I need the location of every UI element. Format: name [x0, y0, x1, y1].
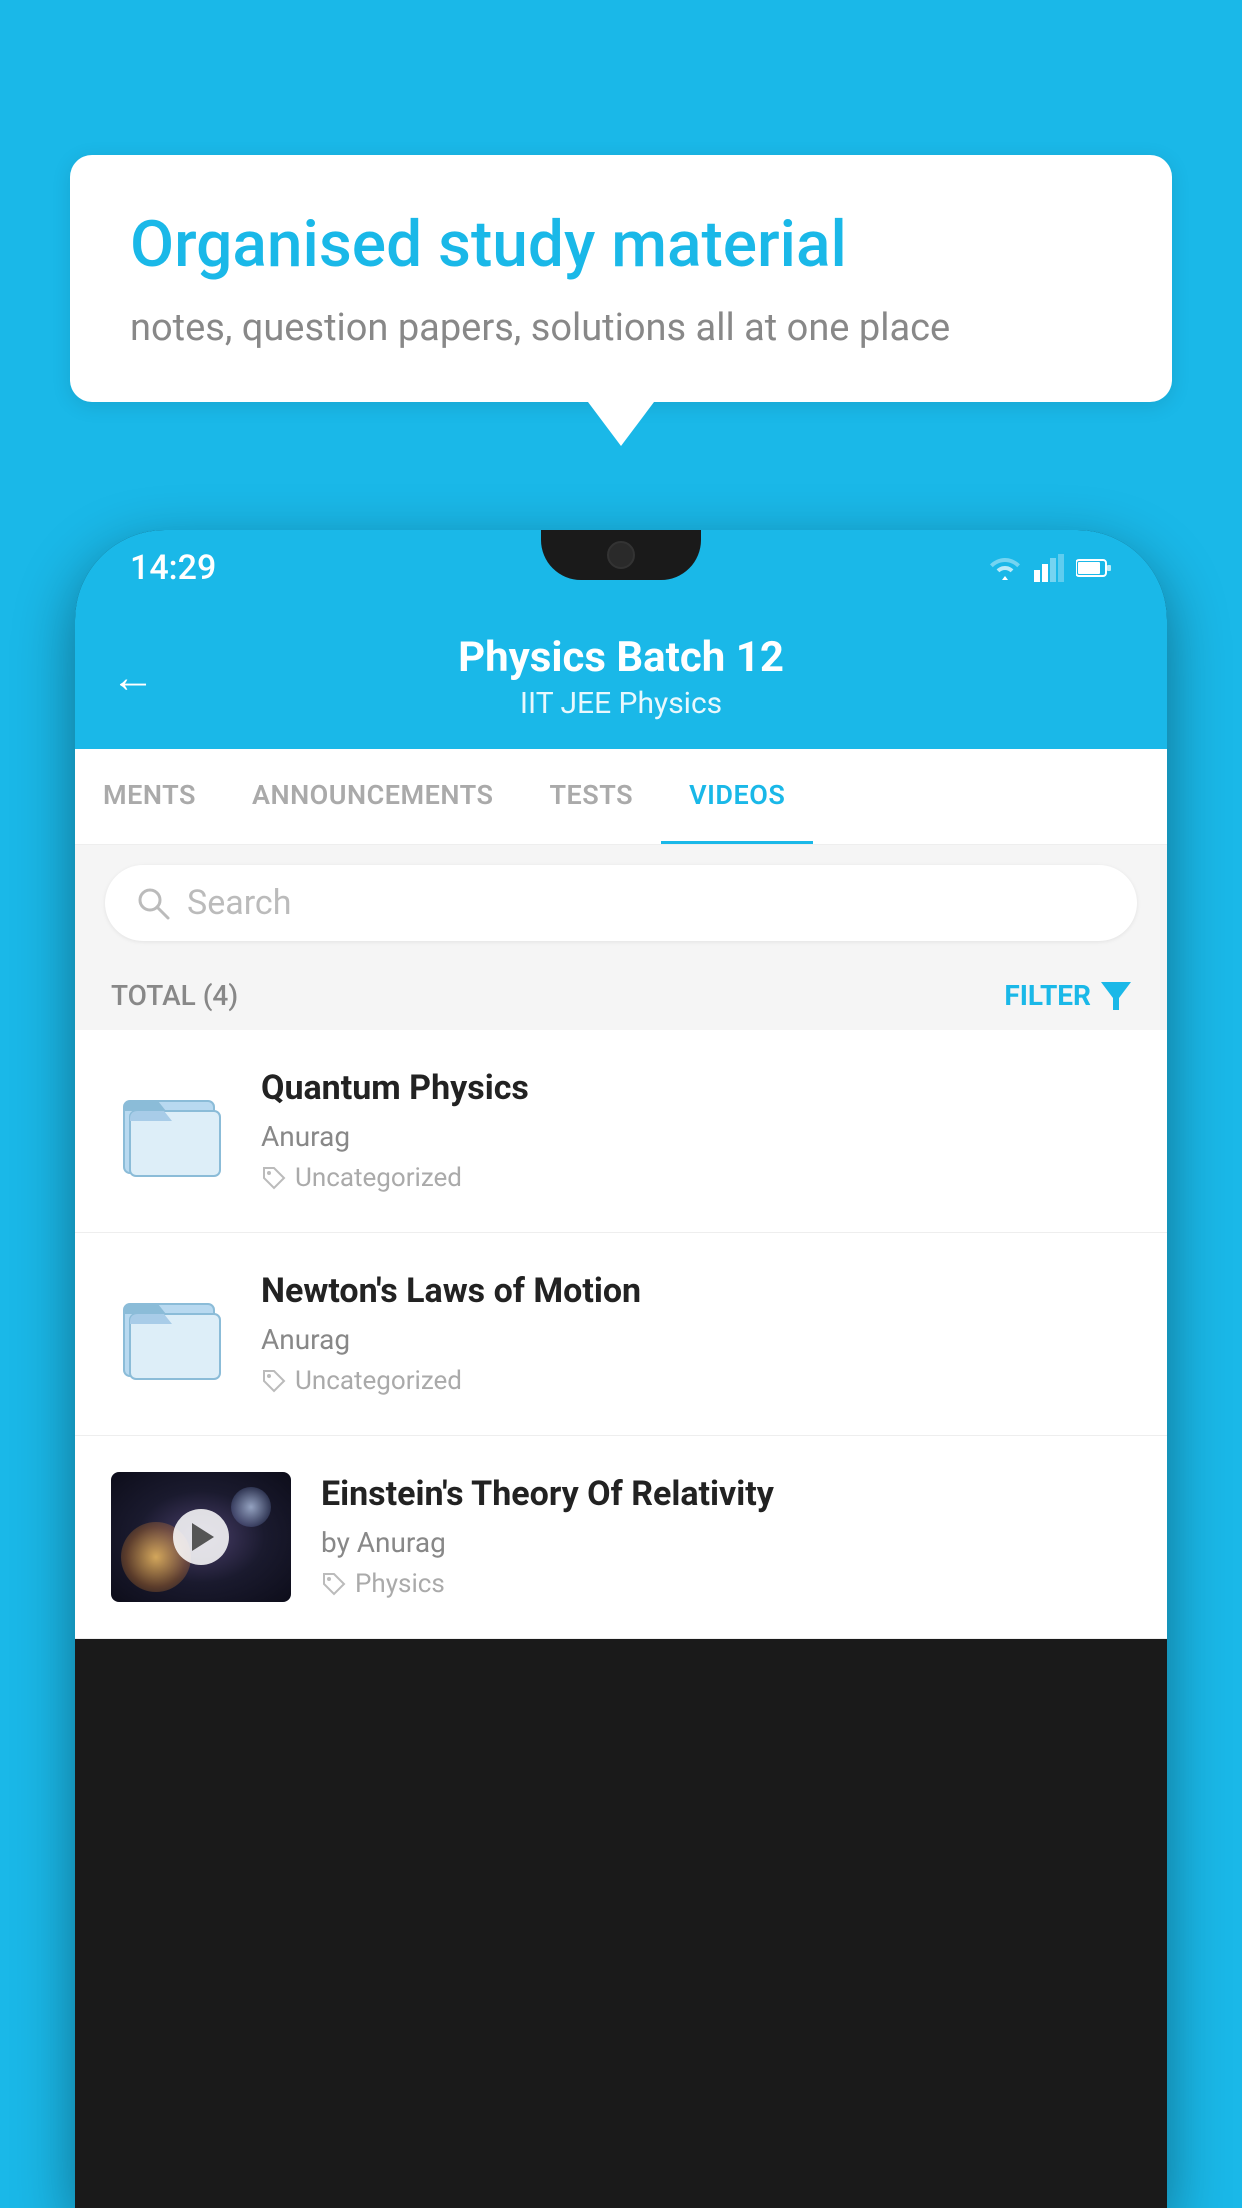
- filter-icon: [1101, 982, 1131, 1010]
- video-author: by Anurag: [321, 1526, 1131, 1559]
- video-info: Quantum Physics Anurag Uncategorized: [261, 1066, 1131, 1193]
- video-thumbnail[interactable]: [111, 1472, 291, 1602]
- video-list: Quantum Physics Anurag Uncategorized: [75, 1030, 1167, 1639]
- search-bar-container: Search: [75, 845, 1167, 961]
- video-author: Anurag: [261, 1323, 1131, 1356]
- tab-ments[interactable]: MENTS: [75, 749, 224, 844]
- battery-icon: [1076, 557, 1112, 579]
- folder-icon-container: [111, 1269, 231, 1399]
- folder-icon: [116, 1284, 226, 1384]
- video-author: Anurag: [261, 1120, 1131, 1153]
- play-triangle-icon: [192, 1523, 214, 1551]
- status-time: 14:29: [130, 548, 216, 588]
- tag-icon: [261, 1165, 287, 1191]
- camera-notch: [607, 541, 635, 569]
- phone-screen: Search TOTAL (4) FILTER: [75, 845, 1167, 1639]
- app-header: ← Physics Batch 12 IIT JEE Physics: [75, 605, 1167, 749]
- speech-bubble-subtitle: notes, question papers, solutions all at…: [130, 306, 1112, 350]
- list-item[interactable]: Newton's Laws of Motion Anurag Uncategor…: [75, 1233, 1167, 1436]
- tag-icon: [261, 1368, 287, 1394]
- filter-row: TOTAL (4) FILTER: [75, 961, 1167, 1030]
- list-item[interactable]: Quantum Physics Anurag Uncategorized: [75, 1030, 1167, 1233]
- header-title: Physics Batch 12: [458, 633, 784, 682]
- folder-icon-container: [111, 1066, 231, 1196]
- speech-bubble: Organised study material notes, question…: [70, 155, 1172, 402]
- status-icons: [988, 554, 1112, 582]
- video-tag: Uncategorized: [261, 1366, 1131, 1396]
- search-placeholder: Search: [187, 883, 291, 923]
- signal-icon: [1034, 554, 1064, 582]
- filter-label: FILTER: [1004, 979, 1091, 1012]
- orb-decoration: [231, 1487, 271, 1527]
- play-button[interactable]: [173, 1509, 229, 1565]
- speech-bubble-container: Organised study material notes, question…: [70, 155, 1172, 402]
- notch: [541, 530, 701, 580]
- back-button[interactable]: ←: [111, 651, 155, 703]
- status-bar: 14:29: [75, 530, 1167, 605]
- phone-frame: 14:29 ← Physics Bat: [75, 530, 1167, 2208]
- tab-videos[interactable]: VIDEOS: [661, 749, 813, 844]
- video-tag: Uncategorized: [261, 1163, 1131, 1193]
- video-title: Einstein's Theory Of Relativity: [321, 1472, 1131, 1516]
- video-info: Newton's Laws of Motion Anurag Uncategor…: [261, 1269, 1131, 1396]
- video-title: Quantum Physics: [261, 1066, 1131, 1110]
- tab-tests[interactable]: TESTS: [521, 749, 661, 844]
- list-item[interactable]: Einstein's Theory Of Relativity by Anura…: [75, 1436, 1167, 1639]
- search-icon: [135, 885, 171, 921]
- total-label: TOTAL (4): [111, 979, 238, 1012]
- speech-bubble-title: Organised study material: [130, 207, 1112, 284]
- filter-button[interactable]: FILTER: [1004, 979, 1131, 1012]
- video-info: Einstein's Theory Of Relativity by Anura…: [321, 1472, 1131, 1599]
- header-subtitle: IIT JEE Physics: [520, 686, 722, 721]
- video-tag: Physics: [321, 1569, 1131, 1599]
- folder-icon: [116, 1081, 226, 1181]
- video-title: Newton's Laws of Motion: [261, 1269, 1131, 1313]
- tab-announcements[interactable]: ANNOUNCEMENTS: [224, 749, 522, 844]
- search-bar[interactable]: Search: [105, 865, 1137, 941]
- wifi-icon: [988, 554, 1022, 582]
- tabs-container: MENTS ANNOUNCEMENTS TESTS VIDEOS: [75, 749, 1167, 845]
- tag-icon: [321, 1571, 347, 1597]
